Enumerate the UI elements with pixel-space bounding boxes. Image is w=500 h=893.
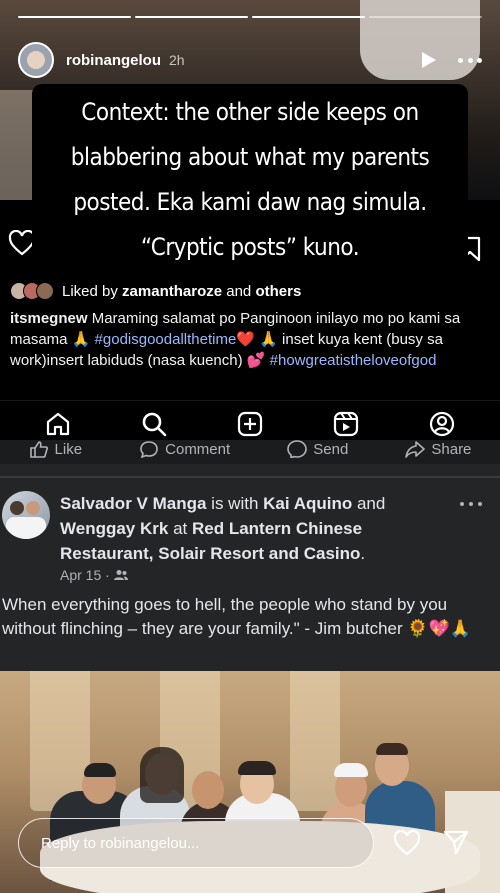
facebook-post-screenshot: Salvador V Manga is with Kai Aquino and …	[0, 464, 500, 671]
fb-at: at	[173, 519, 188, 538]
progress-segment	[135, 16, 248, 18]
comment-bubble-icon	[140, 441, 158, 458]
progress-segment	[369, 16, 482, 18]
fb-share-action: Share	[405, 440, 471, 458]
fb-post-date: Apr 15 ·	[60, 567, 110, 583]
progress-segment	[252, 16, 365, 18]
fb-post-header: Salvador V Manga is with Kai Aquino and …	[60, 494, 386, 563]
context-line: “Cryptic posts” kuno.	[140, 233, 360, 261]
create-post-icon	[237, 411, 263, 436]
fb-post-meta: Apr 15 ·	[60, 567, 128, 583]
liker-avatars	[10, 282, 54, 300]
reply-input[interactable]: Reply to robinangelou...	[18, 818, 374, 868]
fb-author-avatar	[2, 491, 50, 539]
fb-comment-action: Comment	[139, 440, 230, 458]
context-line: blabbering about what my parents	[70, 143, 430, 171]
reels-icon	[333, 411, 359, 436]
fb-send-label: Send	[313, 440, 349, 458]
caption-username: itsmegnew	[10, 310, 88, 327]
story-viewer: robinangelou 2h 137 Liked by zamantharoz…	[0, 0, 500, 893]
fb-comment-label: Comment	[165, 440, 231, 458]
avatar[interactable]	[18, 42, 54, 78]
post-divider	[0, 476, 500, 478]
search-icon	[142, 412, 167, 436]
fb-like-label: Like	[54, 440, 83, 458]
fb-more-icon	[460, 502, 482, 506]
story-header: robinangelou 2h	[18, 40, 482, 80]
liked-by-line: Liked by zamantharoze and others	[10, 282, 301, 300]
post-caption: itsmegnew Maraming salamat po Panginoon …	[10, 308, 486, 371]
play-icon[interactable]	[418, 50, 438, 70]
facebook-action-bar: Like Comment Send Share	[0, 440, 500, 464]
liked-by-and: and	[226, 282, 252, 300]
share-arrow-icon	[405, 441, 426, 458]
fb-is-with: is with	[211, 494, 259, 513]
story-time: 2h	[169, 52, 185, 68]
fb-send-action: Send	[287, 440, 348, 458]
messenger-icon	[287, 440, 308, 458]
liked-by-prefix: Liked by	[62, 282, 118, 300]
like-story-heart-icon[interactable]	[393, 830, 421, 856]
story-progress	[18, 16, 482, 18]
friends-audience-icon	[113, 570, 128, 580]
fb-tagged-user: Wenggay Krk	[60, 519, 169, 538]
fb-tagged-user: Kai Aquino	[263, 494, 353, 513]
fb-share-label: Share	[431, 440, 472, 458]
progress-segment	[18, 16, 131, 18]
context-line: Context: the other side keeps on	[81, 98, 419, 126]
reply-placeholder: Reply to robinangelou...	[41, 834, 200, 852]
context-line: posted. Eka kami daw nag simula.	[73, 188, 427, 216]
fb-like-action: Like	[29, 440, 83, 458]
more-options-icon[interactable]	[458, 50, 482, 70]
story-text-overlay: Context: the other side keeps on blabber…	[32, 84, 468, 278]
fb-and: and	[356, 494, 386, 513]
fb-post-text: When everything goes to hell, the people…	[2, 595, 471, 638]
caption-hashtag: #godisgoodallthetime	[94, 331, 237, 348]
send-paper-plane-icon[interactable]	[443, 829, 469, 855]
fb-author-name: Salvador V Manga	[60, 494, 207, 513]
caption-hashtag: #howgreatistheloveofgod	[269, 352, 437, 369]
liked-by-user: zamantharoze	[122, 282, 223, 300]
liked-by-others: others	[255, 282, 302, 300]
thumbs-up-icon	[29, 441, 48, 458]
profile-icon	[429, 411, 455, 436]
home-icon	[46, 412, 70, 435]
story-username[interactable]: robinangelou	[66, 52, 161, 69]
